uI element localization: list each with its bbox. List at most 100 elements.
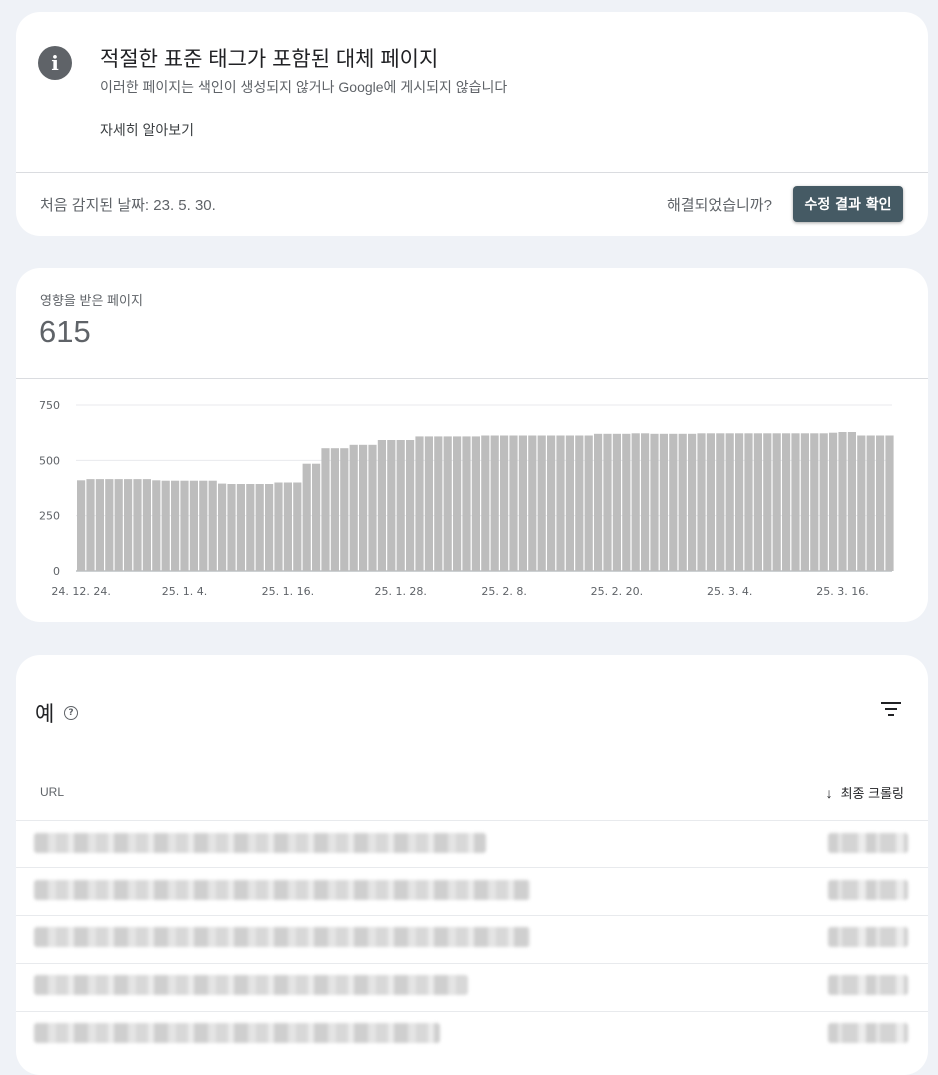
chart-bar[interactable] (547, 435, 556, 572)
chart-bar[interactable] (716, 433, 725, 571)
chart-bar[interactable] (415, 436, 424, 571)
y-tick-label: 0 (53, 565, 60, 578)
chart-bar[interactable] (283, 482, 292, 572)
chart-bar[interactable] (152, 480, 161, 571)
chart-bar[interactable] (612, 433, 621, 571)
chart-bar[interactable] (706, 433, 715, 571)
chart-bar[interactable] (114, 479, 123, 571)
chart-bar[interactable] (791, 433, 800, 571)
chart-bar[interactable] (77, 480, 86, 571)
chart-bar[interactable] (584, 435, 593, 572)
chart-bar[interactable] (142, 479, 151, 571)
chart-bar[interactable] (340, 448, 349, 571)
chart-bar[interactable] (735, 433, 744, 571)
chart-bar[interactable] (838, 432, 847, 571)
table-row-url[interactable] (34, 927, 530, 947)
chart-bar[interactable] (744, 433, 753, 571)
chart-bar[interactable] (105, 479, 114, 571)
chart-bar[interactable] (180, 480, 189, 571)
chart-bar[interactable] (359, 444, 368, 571)
chart-bar[interactable] (500, 435, 509, 572)
chart-bar[interactable] (330, 448, 339, 571)
chart-bar[interactable] (481, 435, 490, 572)
chart-bar[interactable] (603, 433, 612, 571)
column-header-url[interactable]: URL (40, 785, 64, 799)
chart-bar[interactable] (518, 435, 527, 572)
chart-bar[interactable] (312, 463, 321, 571)
chart-bar[interactable] (302, 463, 311, 571)
chart-bar[interactable] (876, 435, 885, 572)
chart-bar[interactable] (387, 440, 396, 571)
chart-bar[interactable] (321, 448, 330, 571)
column-header-last-crawled[interactable]: ↓ 최종 크롤링 (826, 783, 904, 802)
chart-bar[interactable] (424, 436, 433, 571)
chart-bar[interactable] (594, 433, 603, 571)
chart-bar[interactable] (368, 444, 377, 571)
table-row-url[interactable] (34, 833, 486, 853)
table-row-url[interactable] (34, 1023, 440, 1043)
chart-bar[interactable] (885, 435, 894, 572)
chart-bar[interactable] (641, 433, 650, 571)
help-circle-icon[interactable]: ? (64, 706, 78, 720)
chart-bar[interactable] (189, 480, 198, 571)
validate-fix-button[interactable]: 수정 결과 확인 (793, 186, 903, 222)
chart-bar[interactable] (810, 433, 819, 571)
filter-icon[interactable] (880, 700, 902, 718)
chart-bar[interactable] (462, 436, 471, 571)
chart-bar[interactable] (782, 433, 791, 571)
chart-bar[interactable] (659, 433, 668, 571)
chart-bar[interactable] (631, 433, 640, 571)
chart-bar[interactable] (471, 436, 480, 571)
chart-bar[interactable] (537, 435, 546, 572)
chart-bar[interactable] (829, 432, 838, 571)
chart-bar[interactable] (772, 433, 781, 571)
chart-bar[interactable] (622, 433, 631, 571)
chart-bar[interactable] (265, 484, 274, 571)
chart-bar[interactable] (227, 484, 236, 571)
chart-bar[interactable] (171, 480, 180, 571)
chart-bar[interactable] (556, 435, 565, 572)
table-row-url[interactable] (34, 975, 468, 995)
chart-bar[interactable] (669, 433, 678, 571)
chart-bar[interactable] (565, 435, 574, 572)
chart-bar[interactable] (124, 479, 133, 571)
chart-bar[interactable] (349, 444, 358, 571)
chart-bar[interactable] (725, 433, 734, 571)
chart-bar[interactable] (697, 433, 706, 571)
chart-bar[interactable] (847, 432, 856, 571)
chart-bar[interactable] (396, 440, 405, 571)
chart-bar[interactable] (218, 483, 227, 571)
chart-bar[interactable] (490, 435, 499, 572)
chart-bar[interactable] (434, 436, 443, 571)
chart-bar[interactable] (236, 484, 245, 571)
learn-more-link[interactable]: 자세히 알아보기 (100, 120, 194, 140)
chart-bar[interactable] (453, 436, 462, 571)
chart-bar[interactable] (866, 435, 875, 572)
chart-bar[interactable] (857, 435, 866, 572)
chart-bar[interactable] (95, 479, 104, 571)
chart-bar[interactable] (246, 484, 255, 571)
chart-bar[interactable] (678, 433, 687, 571)
chart-bar[interactable] (161, 480, 170, 571)
chart-bar[interactable] (133, 479, 142, 571)
chart-bar[interactable] (575, 435, 584, 572)
chart-bar[interactable] (86, 479, 95, 571)
chart-bar[interactable] (274, 482, 283, 572)
chart-bar[interactable] (753, 433, 762, 571)
chart-bar[interactable] (800, 433, 809, 571)
chart-bar[interactable] (199, 480, 208, 571)
chart-bar[interactable] (208, 480, 217, 571)
chart-bar[interactable] (443, 436, 452, 571)
chart-bar[interactable] (255, 484, 264, 571)
table-row-url[interactable] (34, 880, 530, 900)
chart-bar[interactable] (528, 435, 537, 572)
chart-bar[interactable] (293, 482, 302, 572)
chart-bar[interactable] (650, 433, 659, 571)
chart-bar[interactable] (377, 440, 386, 571)
chart-bar[interactable] (763, 433, 772, 571)
chart-bar[interactable] (688, 433, 697, 571)
affected-pages-card: 영향을 받은 페이지 615 0 250 500 750 24. 12. 24. 25. … (16, 268, 928, 622)
chart-bar[interactable] (819, 433, 828, 571)
chart-bar[interactable] (406, 440, 415, 571)
chart-bar[interactable] (509, 435, 518, 572)
